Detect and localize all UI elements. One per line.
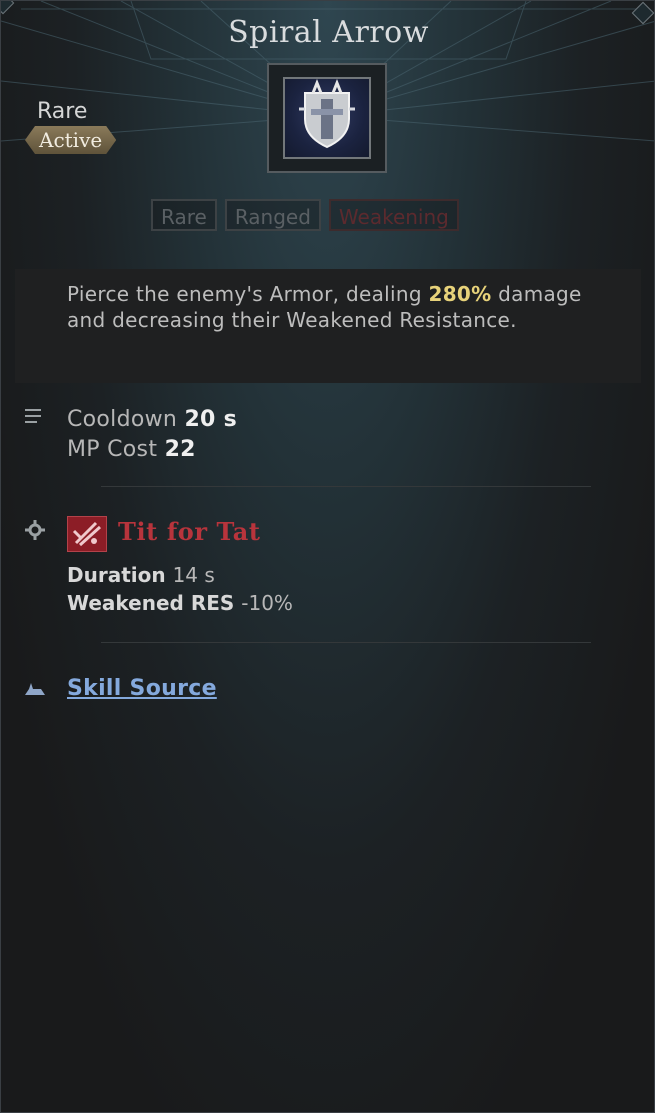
list-icon [25, 407, 45, 430]
duration-label: Duration [67, 563, 166, 587]
tit-for-tat-icon [67, 516, 107, 552]
divider [101, 486, 591, 487]
duration-line: Duration 14 s [67, 563, 215, 587]
weakened-res-line: Weakened RES -10% [67, 591, 293, 615]
tag-rare: Rare [151, 199, 217, 231]
cooldown-label: Cooldown [67, 407, 178, 432]
damage-highlight: 280% [428, 282, 492, 306]
skill-source-link[interactable]: Skill Source [67, 676, 217, 701]
duration-value: 14 s [172, 563, 215, 587]
skill-title: Spiral Arrow [228, 15, 429, 50]
effect-name: Tit for Tat [118, 517, 261, 546]
mp-cost-value: 22 [164, 437, 196, 462]
skill-tooltip-panel: Spiral Arrow Rare Active Rare Ranged Wea… [0, 0, 655, 1113]
weakened-res-value: -10% [241, 591, 293, 615]
shield-emblem-icon [283, 77, 371, 159]
weakened-res-label: Weakened RES [67, 591, 235, 615]
cooldown-line: Cooldown 20 s [67, 407, 237, 432]
mp-cost-line: MP Cost 22 [67, 437, 196, 462]
mp-cost-label: MP Cost [67, 437, 158, 462]
skill-description: Pierce the enemy's Armor, dealing 280% d… [15, 269, 641, 383]
tag-ranged: Ranged [224, 199, 321, 231]
description-text: Pierce the enemy's Armor, dealing [67, 282, 429, 306]
skill-type-badge: Active [25, 126, 116, 154]
rarity-label: Rare [37, 99, 88, 124]
skill-tags: Rare Ranged Weakening [151, 199, 459, 231]
tag-weakening: Weakening [328, 199, 459, 231]
skill-icon-frame [267, 63, 387, 173]
divider [101, 642, 591, 643]
gear-icon [25, 520, 45, 545]
source-icon [23, 681, 47, 702]
cooldown-value: 20 s [184, 407, 238, 432]
